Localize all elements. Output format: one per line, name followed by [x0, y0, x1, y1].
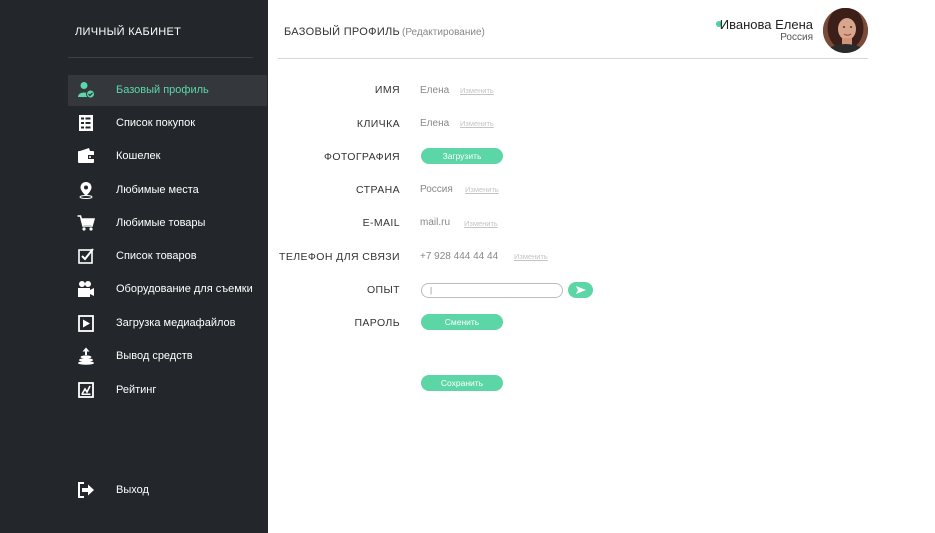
- coins-upload-icon: [77, 347, 95, 365]
- cart-icon: [77, 214, 95, 232]
- email-edit-link[interactable]: Изменить: [464, 219, 498, 228]
- media-play-icon: [77, 314, 95, 332]
- sidebar-divider: [68, 57, 253, 58]
- name-value: Елена: [420, 85, 450, 96]
- phone-value: +7 928 444 44 44: [420, 251, 499, 262]
- user-country: Россия: [780, 32, 813, 43]
- sidebar-item-label: Базовый профиль: [116, 84, 209, 96]
- nickname-edit-link[interactable]: Изменить: [460, 119, 494, 128]
- phone-edit-link[interactable]: Изменить: [514, 252, 548, 261]
- sidebar-item-favorite-goods[interactable]: Любимые товары: [68, 208, 267, 239]
- upload-photo-button[interactable]: Загрузить: [421, 148, 503, 164]
- sidebar-item-withdraw[interactable]: Вывод средств: [68, 341, 267, 372]
- video-camera-icon: [77, 280, 95, 298]
- country-edit-link[interactable]: Изменить: [465, 185, 499, 194]
- map-pin-icon: [77, 181, 95, 199]
- change-password-button[interactable]: Сменить: [421, 314, 503, 330]
- nickname-label: КЛИЧКА: [356, 118, 400, 130]
- check-square-icon: [77, 247, 95, 265]
- name-label: ИМЯ: [374, 84, 400, 96]
- sidebar-item-label: Загрузка медиафайлов: [116, 317, 236, 329]
- sidebar-item-label: Список покупок: [116, 117, 196, 129]
- wallet-icon: [77, 147, 95, 165]
- app: ЛИЧНЫЙ КАБИНЕТ Базовый профиль Список по…: [0, 0, 935, 533]
- logout-icon: [77, 481, 95, 499]
- sidebar-item-wallet[interactable]: Кошелек: [68, 141, 267, 172]
- name-edit-link[interactable]: Изменить: [460, 86, 494, 95]
- header-divider: [278, 58, 868, 59]
- save-button[interactable]: Сохранить: [421, 375, 503, 391]
- avatar[interactable]: [823, 8, 868, 53]
- sidebar-item-equipment[interactable]: Оборудование для съемки: [68, 274, 267, 305]
- phone-label: ТЕЛЕФОН ДЛЯ СВЯЗИ: [279, 251, 400, 263]
- sidebar-item-label: Список товаров: [116, 250, 197, 262]
- checklist-icon: [77, 114, 95, 132]
- email-value: mail.ru: [420, 217, 451, 228]
- sidebar: ЛИЧНЫЙ КАБИНЕТ Базовый профиль Список по…: [0, 0, 268, 533]
- experience-send-button[interactable]: [568, 282, 593, 298]
- user-name: Иванова Елена: [719, 17, 813, 32]
- sidebar-item-favorite-places[interactable]: Любимые места: [68, 175, 267, 206]
- experience-label: ОПЫТ: [366, 284, 400, 296]
- sidebar-item-logout[interactable]: Выход: [68, 475, 267, 506]
- sidebar-item-label: Выход: [116, 484, 149, 496]
- photo-label: ФОТОГРАФИЯ: [323, 151, 400, 163]
- country-value: Россия: [420, 184, 453, 195]
- sidebar-item-label: Кошелек: [116, 150, 161, 162]
- page-title: БАЗОВЫЙ ПРОФИЛЬ: [284, 26, 401, 38]
- user-check-icon: [77, 81, 95, 99]
- password-label: ПАРОЛЬ: [354, 317, 400, 329]
- sidebar-item-label: Любимые места: [116, 184, 199, 196]
- send-arrow-icon: [576, 286, 586, 294]
- page-subtitle: (Редактирование): [402, 27, 485, 38]
- experience-input[interactable]: |: [421, 283, 563, 298]
- sidebar-item-label: Рейтинг: [116, 384, 157, 396]
- sidebar-item-label: Вывод средств: [116, 350, 193, 362]
- chart-icon: [77, 381, 95, 399]
- sidebar-item-media-upload[interactable]: Загрузка медиафайлов: [68, 308, 267, 339]
- sidebar-title: ЛИЧНЫЙ КАБИНЕТ: [75, 26, 182, 38]
- sidebar-item-label: Любимые товары: [116, 217, 206, 229]
- email-label: E-MAIL: [362, 217, 400, 229]
- country-label: СТРАНА: [356, 184, 400, 196]
- sidebar-item-purchases[interactable]: Список покупок: [68, 108, 267, 139]
- sidebar-item-rating[interactable]: Рейтинг: [68, 375, 267, 406]
- sidebar-item-basic-profile[interactable]: Базовый профиль: [68, 75, 267, 106]
- nickname-value: Елена: [420, 118, 450, 129]
- sidebar-item-goods-list[interactable]: Список товаров: [68, 241, 267, 272]
- sidebar-item-label: Оборудование для съемки: [116, 283, 253, 295]
